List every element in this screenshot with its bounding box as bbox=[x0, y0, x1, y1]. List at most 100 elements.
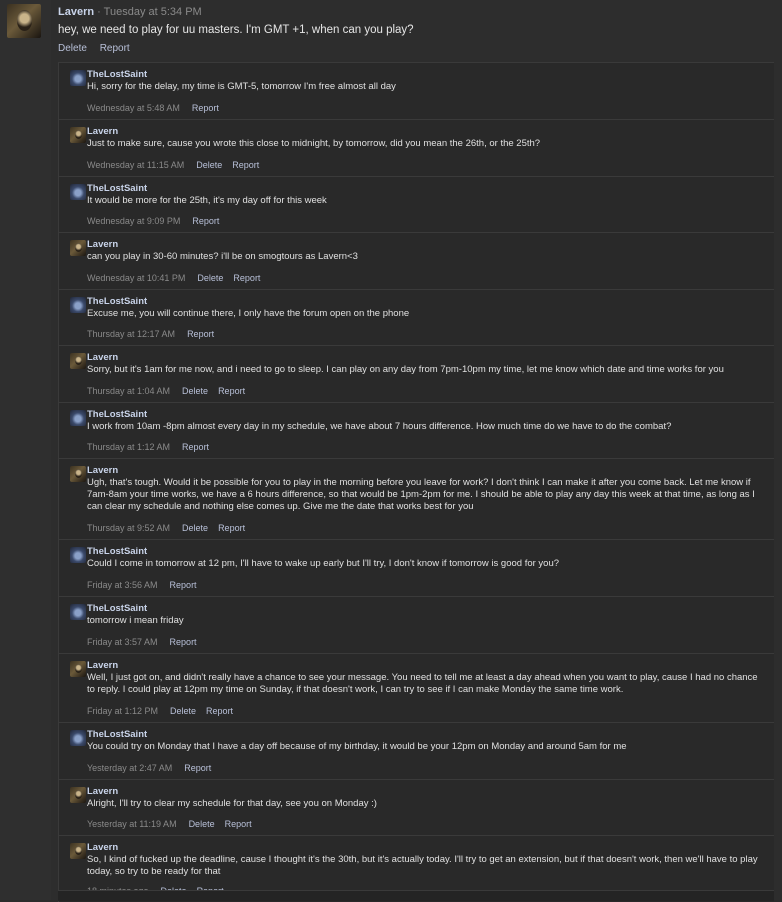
comment-actions: Wednesday at 5:48 AM Report bbox=[87, 103, 229, 113]
avatar[interactable] bbox=[7, 4, 41, 38]
delete-button[interactable]: Delete bbox=[196, 160, 222, 170]
comment-timestamp[interactable]: Yesterday at 11:19 AM bbox=[87, 819, 177, 829]
profile-post-thread: Lavern · Tuesday at 5:34 PM hey, we need… bbox=[7, 0, 782, 902]
comment-timestamp[interactable]: Wednesday at 11:15 AM bbox=[87, 160, 184, 170]
comment-item: TheLostSaint It would be more for the 25t… bbox=[58, 176, 774, 232]
report-button[interactable]: Report bbox=[206, 706, 233, 716]
comment-author[interactable]: TheLostSaint bbox=[87, 69, 147, 80]
comment-item: Lavern Just to make sure, cause you wrote… bbox=[58, 119, 774, 176]
report-button[interactable]: Report bbox=[225, 819, 252, 829]
comment-text: Sorry, but it's 1am for me now, and i ne… bbox=[87, 364, 724, 375]
comment-avatar[interactable] bbox=[70, 70, 86, 86]
comment-item: TheLostSaint I work from 10am -8pm almost… bbox=[58, 402, 774, 458]
comment-timestamp[interactable]: Friday at 3:56 AM bbox=[87, 580, 158, 590]
comment-author[interactable]: TheLostSaint bbox=[87, 296, 147, 307]
comment-actions: Friday at 1:12 PM Delete Report bbox=[87, 706, 243, 716]
comment-avatar[interactable] bbox=[70, 184, 86, 200]
report-button[interactable]: Report bbox=[232, 160, 259, 170]
comment-author[interactable]: TheLostSaint bbox=[87, 409, 147, 420]
comment-list: TheLostSaint Hi, sorry for the delay, my … bbox=[58, 62, 774, 902]
comment-author[interactable]: TheLostSaint bbox=[87, 729, 147, 740]
comment-author[interactable]: TheLostSaint bbox=[87, 183, 147, 194]
comment-item: TheLostSaint tomorrow i mean friday Friday… bbox=[58, 596, 774, 653]
comment-author[interactable]: Lavern bbox=[87, 842, 118, 853]
report-button[interactable]: Report bbox=[218, 523, 245, 533]
comment-avatar[interactable] bbox=[70, 127, 86, 143]
post-body: hey, we need to play for uu masters. I'm… bbox=[58, 24, 414, 36]
comment-author[interactable]: Lavern bbox=[87, 465, 118, 476]
author-name[interactable]: Lavern bbox=[58, 6, 94, 18]
comment-avatar[interactable] bbox=[70, 843, 86, 859]
comment-timestamp[interactable]: Friday at 1:12 PM bbox=[87, 706, 158, 716]
comment-timestamp[interactable]: Wednesday at 9:09 PM bbox=[87, 216, 180, 226]
comment-item: Lavern Alright, I'll try to clear my sche… bbox=[58, 779, 774, 835]
comment-text: I work from 10am -8pm almost every day i… bbox=[87, 421, 672, 432]
delete-button[interactable]: Delete bbox=[182, 386, 208, 396]
comment-timestamp[interactable]: Wednesday at 5:48 AM bbox=[87, 103, 180, 113]
comment-avatar[interactable] bbox=[70, 466, 86, 482]
comment-text: Could I come in tomorrow at 12 pm, I'll … bbox=[87, 558, 560, 569]
report-button[interactable]: Report bbox=[192, 103, 219, 113]
comment-avatar[interactable] bbox=[70, 297, 86, 313]
delete-button[interactable]: Delete bbox=[170, 706, 196, 716]
comment-actions: Thursday at 12:17 AM Report bbox=[87, 329, 224, 339]
comment-actions: Yesterday at 2:47 AM Report bbox=[87, 763, 221, 773]
comment-avatar[interactable] bbox=[70, 730, 86, 746]
delete-button[interactable]: Delete bbox=[182, 523, 208, 533]
comment-text: Hi, sorry for the delay, my time is GMT-… bbox=[87, 81, 396, 92]
comment-author[interactable]: Lavern bbox=[87, 239, 118, 250]
comment-timestamp[interactable]: Friday at 3:57 AM bbox=[87, 637, 158, 647]
comment-timestamp[interactable]: Thursday at 9:52 AM bbox=[87, 523, 170, 533]
report-button[interactable]: Report bbox=[218, 386, 245, 396]
comment-item: TheLostSaint You could try on Monday that… bbox=[58, 722, 774, 779]
comment-actions: Wednesday at 9:09 PM Report bbox=[87, 216, 229, 226]
post-timestamp[interactable]: · Tuesday at 5:34 PM bbox=[97, 6, 202, 18]
comment-avatar[interactable] bbox=[70, 604, 86, 620]
comment-item: TheLostSaint Hi, sorry for the delay, my … bbox=[58, 62, 774, 119]
comment-actions: Thursday at 1:04 AM Delete Report bbox=[87, 386, 255, 396]
comment-item: Lavern Well, I just got on, and didn't re… bbox=[58, 653, 774, 722]
comment-timestamp[interactable]: Thursday at 1:04 AM bbox=[87, 386, 170, 396]
comment-text: tomorrow i mean friday bbox=[87, 615, 184, 626]
comment-item: Lavern Ugh, that's tough. Would it be pos… bbox=[58, 458, 774, 539]
comment-avatar[interactable] bbox=[70, 787, 86, 803]
report-button[interactable]: Report bbox=[233, 273, 260, 283]
comment-timestamp[interactable]: Thursday at 12:17 AM bbox=[87, 329, 175, 339]
comment-timestamp[interactable]: Thursday at 1:12 AM bbox=[87, 442, 170, 452]
comment-author[interactable]: Lavern bbox=[87, 352, 118, 363]
comment-text: It would be more for the 25th, it's my d… bbox=[87, 195, 327, 206]
comment-text: You could try on Monday that I have a da… bbox=[87, 741, 627, 752]
comment-avatar[interactable] bbox=[70, 661, 86, 677]
comment-author[interactable]: Lavern bbox=[87, 660, 118, 671]
comment-actions: Thursday at 1:12 AM Report bbox=[87, 442, 219, 452]
comment-text: Ugh, that's tough. Would it be possible … bbox=[87, 477, 755, 512]
comment-author[interactable]: TheLostSaint bbox=[87, 603, 147, 614]
report-button[interactable]: Report bbox=[187, 329, 214, 339]
delete-button[interactable]: Delete bbox=[58, 43, 87, 54]
comment-actions: Friday at 3:56 AM Report bbox=[87, 580, 207, 590]
report-button[interactable]: Report bbox=[170, 637, 197, 647]
delete-button[interactable]: Delete bbox=[189, 819, 215, 829]
comment-timestamp[interactable]: Yesterday at 2:47 AM bbox=[87, 763, 172, 773]
comment-avatar[interactable] bbox=[70, 353, 86, 369]
report-button[interactable]: Report bbox=[100, 43, 130, 54]
report-button[interactable]: Report bbox=[182, 442, 209, 452]
comment-item: TheLostSaint Could I come in tomorrow at … bbox=[58, 539, 774, 596]
comment-avatar[interactable] bbox=[70, 547, 86, 563]
comment-avatar[interactable] bbox=[70, 410, 86, 426]
left-rail bbox=[0, 0, 51, 900]
comment-actions: Friday at 3:57 AM Report bbox=[87, 637, 207, 647]
comment-timestamp[interactable]: Wednesday at 10:41 PM bbox=[87, 273, 185, 283]
report-button[interactable]: Report bbox=[184, 763, 211, 773]
comment-avatar[interactable] bbox=[70, 240, 86, 256]
comment-author[interactable]: Lavern bbox=[87, 126, 118, 137]
comment-author[interactable]: TheLostSaint bbox=[87, 546, 147, 557]
comment-item: Lavern Sorry, but it's 1am for me now, an… bbox=[58, 345, 774, 402]
delete-button[interactable]: Delete bbox=[197, 273, 223, 283]
report-button[interactable]: Report bbox=[192, 216, 219, 226]
post-actions: Delete Report bbox=[58, 43, 140, 54]
report-button[interactable]: Report bbox=[170, 580, 197, 590]
comment-item: Lavern can you play in 30-60 minutes? i'l… bbox=[58, 232, 774, 289]
comment-actions: Wednesday at 11:15 AM Delete Report bbox=[87, 160, 269, 170]
comment-author[interactable]: Lavern bbox=[87, 786, 118, 797]
